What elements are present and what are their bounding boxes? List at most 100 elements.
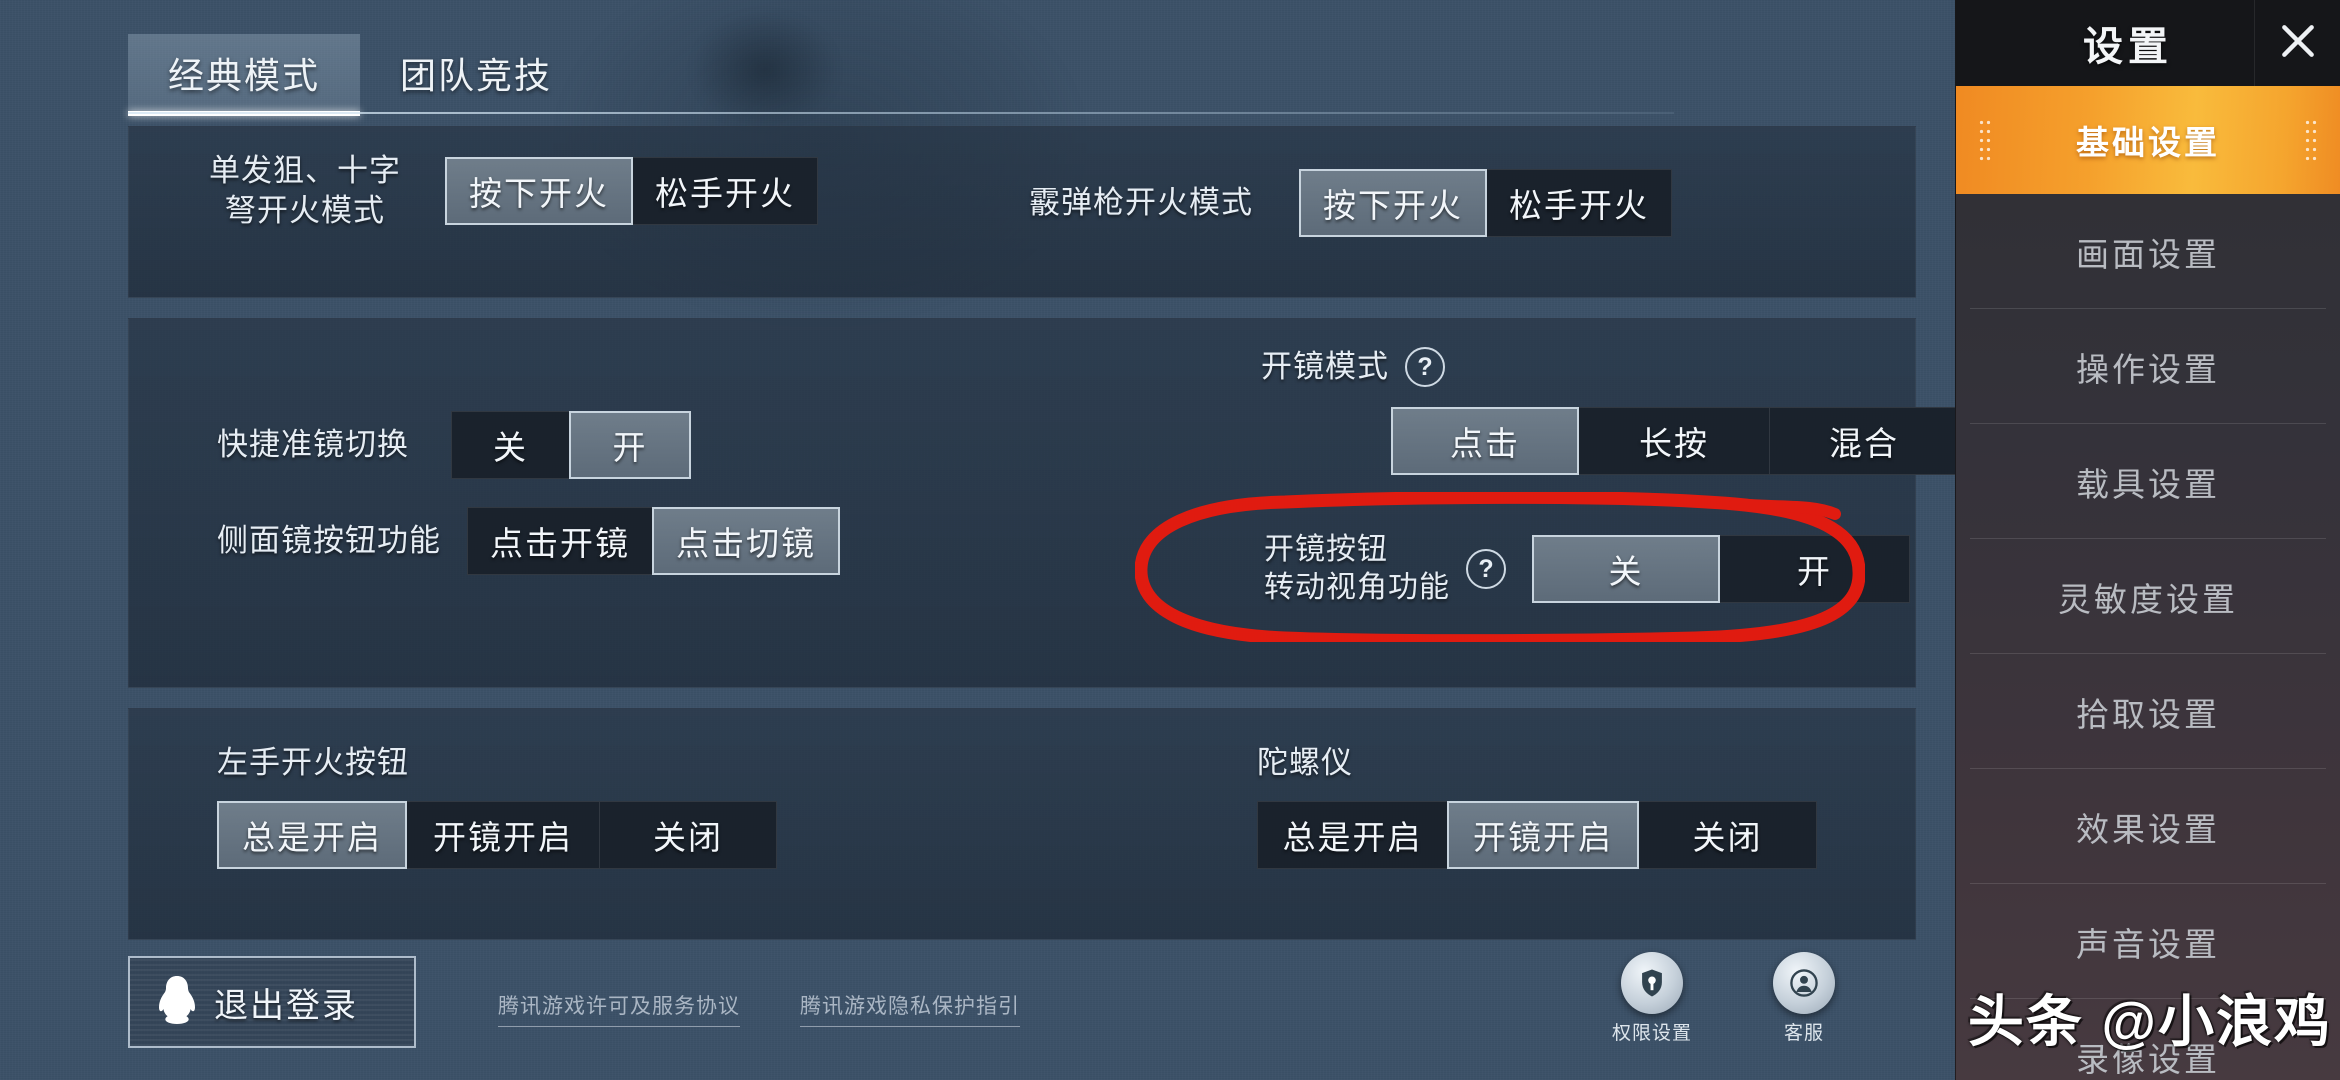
scope-mode-help-glyph: ? bbox=[1417, 352, 1433, 381]
scope-rotate-view-option-off-label: 关 bbox=[1608, 553, 1644, 591]
shotgun-fire-mode-option-release-label: 松手开火 bbox=[1509, 187, 1649, 224]
qq-penguin-icon bbox=[154, 974, 200, 1030]
row-scope-rotate-view: 开镜按钮 转动视角功能 ? 关 开 bbox=[1264, 531, 1910, 608]
scope-mode-option-mixed-label: 混合 bbox=[1829, 425, 1899, 462]
tab-classic-mode-label: 经典模式 bbox=[167, 55, 320, 96]
sidebar-item-graphics-settings-label: 画面设置 bbox=[2076, 235, 2220, 273]
shotgun-fire-mode-label: 霰弹枪开火模式 bbox=[1029, 185, 1253, 221]
sidebar-item-vehicle-settings[interactable]: 载具设置 bbox=[1956, 424, 2340, 539]
side-scope-button-option-switch[interactable]: 点击切镜 bbox=[652, 507, 840, 575]
sidebar-header: 设置 bbox=[1956, 0, 2340, 86]
sidebar-item-sensitivity-settings-label: 灵敏度设置 bbox=[2058, 580, 2238, 618]
row-quick-scope-switch: 快捷准镜切换 关 开 bbox=[217, 411, 691, 479]
tabs-divider bbox=[128, 112, 1674, 114]
sniper-fire-mode-option-release[interactable]: 松手开火 bbox=[633, 156, 818, 225]
sidebar-item-vehicle-settings-label: 载具设置 bbox=[2076, 465, 2220, 503]
left-fire-button-option-off-label: 关闭 bbox=[653, 819, 723, 856]
row-shotgun-fire-mode: 霰弹枪开火模式 按下开火 松手开火 bbox=[1029, 169, 1672, 237]
gyroscope-option-always-label: 总是开启 bbox=[1282, 819, 1423, 856]
watermark: 头条 @小浪鸡 bbox=[1967, 990, 2332, 1053]
quick-scope-switch-option-off[interactable]: 关 bbox=[451, 411, 569, 479]
sniper-fire-mode-option-press-label: 按下开火 bbox=[469, 174, 609, 212]
sidebar-item-sensitivity-settings[interactable]: 灵敏度设置 bbox=[1956, 539, 2340, 654]
grip-dots-left-icon bbox=[1978, 118, 1992, 162]
sniper-fire-mode-option-release-label: 松手开火 bbox=[655, 174, 795, 212]
sniper-fire-mode-option-press[interactable]: 按下开火 bbox=[445, 156, 633, 225]
gyroscope-option-scoped[interactable]: 开镜开启 bbox=[1447, 801, 1639, 869]
sidebar-item-effect-settings[interactable]: 效果设置 bbox=[1956, 769, 2340, 884]
left-fire-button-segmented: 总是开启 开镜开启 关闭 bbox=[217, 801, 777, 869]
gyroscope-segmented: 总是开启 开镜开启 关闭 bbox=[1257, 801, 1817, 869]
link-license-agreement[interactable]: 腾讯游戏许可及服务协议 bbox=[498, 990, 740, 1027]
side-scope-button-option-open[interactable]: 点击开镜 bbox=[467, 507, 652, 575]
left-fire-button-label: 左手开火按钮 bbox=[217, 745, 409, 780]
logout-button[interactable]: 退出登录 bbox=[128, 956, 416, 1048]
customer-service-label: 客服 bbox=[1783, 1023, 1824, 1044]
shotgun-fire-mode-option-press[interactable]: 按下开火 bbox=[1299, 169, 1487, 237]
sidebar-item-basic-settings[interactable]: 基础设置 bbox=[1956, 86, 2340, 194]
scope-mode-option-hold-label: 长按 bbox=[1639, 425, 1709, 462]
headset-support-icon bbox=[1773, 952, 1835, 1014]
side-scope-button-option-switch-label: 点击切镜 bbox=[676, 525, 816, 562]
left-fire-button-option-always-label: 总是开启 bbox=[242, 819, 382, 856]
panel-fire-modes: 单发狙、十字 弩开火模式 按下开火 松手开火 霰弹枪开火模式 按下开火 松手开火 bbox=[128, 126, 1916, 298]
scope-rotate-view-help-icon[interactable]: ? bbox=[1466, 549, 1506, 590]
shotgun-fire-mode-option-press-label: 按下开火 bbox=[1323, 187, 1463, 224]
sidebar-item-control-settings[interactable]: 操作设置 bbox=[1956, 309, 2340, 424]
tab-classic-mode[interactable]: 经典模式 bbox=[128, 34, 360, 116]
scope-rotate-view-label: 开镜按钮 转动视角功能 bbox=[1264, 533, 1450, 605]
sniper-fire-mode-segmented: 按下开火 松手开火 bbox=[445, 156, 818, 225]
gyroscope-option-scoped-label: 开镜开启 bbox=[1473, 819, 1613, 856]
close-icon bbox=[2277, 20, 2319, 67]
left-fire-button-option-scoped-label: 开镜开启 bbox=[433, 819, 573, 856]
quick-scope-switch-option-off-label: 关 bbox=[493, 429, 528, 466]
mode-tabs: 经典模式 团队竞技 bbox=[128, 34, 592, 116]
sidebar-title: 设置 bbox=[2083, 25, 2173, 69]
scope-rotate-view-option-on[interactable]: 开 bbox=[1720, 535, 1910, 604]
scope-rotate-view-segmented: 关 开 bbox=[1532, 535, 1910, 604]
shotgun-fire-mode-option-release[interactable]: 松手开火 bbox=[1487, 169, 1672, 237]
customer-service-button[interactable]: 客服 bbox=[1750, 952, 1858, 1045]
panel-scope-settings: 快捷准镜切换 关 开 侧面镜按钮功能 点击开镜 点击切镜 开镜模式 ? 点击 长… bbox=[128, 318, 1959, 688]
logout-button-label: 退出登录 bbox=[214, 986, 358, 1025]
scope-mode-option-mixed[interactable]: 混合 bbox=[1769, 407, 1959, 475]
sidebar-item-pickup-settings[interactable]: 拾取设置 bbox=[1956, 654, 2340, 769]
sidebar-item-graphics-settings[interactable]: 画面设置 bbox=[1956, 194, 2340, 309]
scope-mode-option-tap-label: 点击 bbox=[1450, 425, 1520, 462]
scope-rotate-view-help-glyph: ? bbox=[1478, 554, 1494, 583]
close-button[interactable] bbox=[2254, 0, 2340, 86]
scope-mode-option-tap[interactable]: 点击 bbox=[1391, 407, 1579, 475]
row-sniper-fire-mode: 单发狙、十字 弩开火模式 按下开火 松手开火 bbox=[189, 151, 818, 230]
quick-scope-switch-segmented: 关 开 bbox=[451, 411, 691, 479]
permission-settings-button[interactable]: 权限设置 bbox=[1598, 952, 1706, 1045]
settings-content: 经典模式 团队竞技 单发狙、十字 弩开火模式 按下开火 松手开火 霰弹枪开火模式… bbox=[0, 0, 1959, 1080]
sidebar-item-control-settings-label: 操作设置 bbox=[2076, 350, 2220, 388]
left-fire-button-option-off[interactable]: 关闭 bbox=[599, 801, 777, 869]
scope-mode-option-hold[interactable]: 长按 bbox=[1579, 407, 1769, 475]
gyroscope-option-always[interactable]: 总是开启 bbox=[1257, 801, 1447, 869]
link-privacy-policy[interactable]: 腾讯游戏隐私保护指引 bbox=[800, 990, 1020, 1027]
left-fire-button-option-always[interactable]: 总是开启 bbox=[217, 801, 407, 869]
gyroscope-label: 陀螺仪 bbox=[1257, 745, 1353, 780]
shotgun-fire-mode-segmented: 按下开火 松手开火 bbox=[1299, 169, 1672, 237]
bottom-bar: 退出登录 腾讯游戏许可及服务协议 腾讯游戏隐私保护指引 权限设置 客服 bbox=[128, 948, 1916, 1068]
quick-scope-switch-label: 快捷准镜切换 bbox=[217, 427, 409, 463]
left-fire-button-option-scoped[interactable]: 开镜开启 bbox=[407, 801, 599, 869]
scope-mode-help-icon[interactable]: ? bbox=[1405, 347, 1445, 387]
quick-scope-switch-option-on-label: 开 bbox=[612, 429, 648, 466]
scope-mode-segmented: 点击 长按 混合 bbox=[1391, 407, 1959, 475]
scope-rotate-view-option-on-label: 开 bbox=[1797, 553, 1832, 591]
permission-settings-label: 权限设置 bbox=[1611, 1023, 1692, 1044]
grip-dots-right-icon bbox=[2304, 118, 2318, 162]
scope-mode-heading: 开镜模式 ? bbox=[1261, 347, 1445, 387]
quick-scope-switch-option-on[interactable]: 开 bbox=[569, 411, 691, 479]
side-scope-button-segmented: 点击开镜 点击切镜 bbox=[467, 507, 840, 575]
scope-rotate-view-option-off[interactable]: 关 bbox=[1532, 535, 1720, 604]
tab-team-deathmatch[interactable]: 团队竞技 bbox=[360, 34, 592, 112]
sidebar-item-effect-settings-label: 效果设置 bbox=[2076, 810, 2220, 848]
app-root: 经典模式 团队竞技 单发狙、十字 弩开火模式 按下开火 松手开火 霰弹枪开火模式… bbox=[0, 0, 2340, 1080]
bottom-round-icons: 权限设置 客服 bbox=[1598, 952, 1858, 1045]
gyroscope-option-off[interactable]: 关闭 bbox=[1639, 801, 1817, 869]
settings-sidebar: 设置 基础设置 画面设置 操作设置 载具设置 灵敏度设置 拾取设置 效果设置 声… bbox=[1955, 0, 2340, 1080]
row-side-scope-button: 侧面镜按钮功能 点击开镜 点击切镜 bbox=[217, 507, 840, 575]
